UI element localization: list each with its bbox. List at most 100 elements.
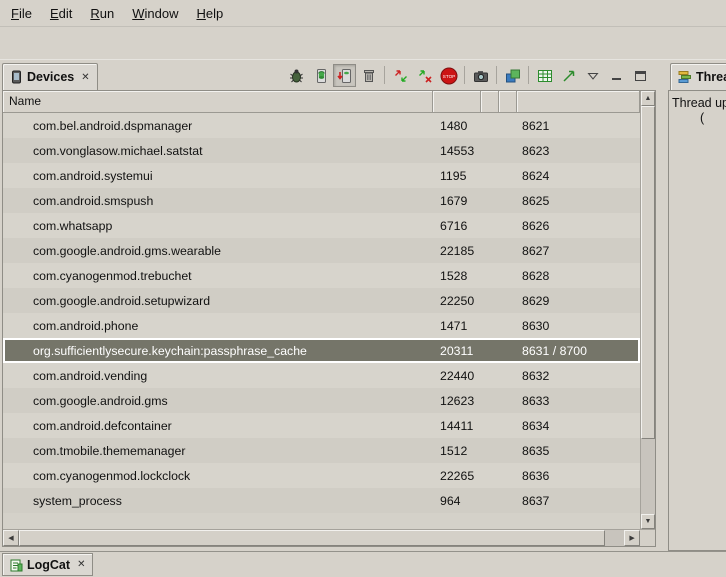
menu-window[interactable]: Window [123, 2, 187, 25]
cell-port: 8635 [517, 444, 640, 458]
scroll-right-icon[interactable]: ▶ [624, 530, 640, 546]
cell-port: 8625 [517, 194, 640, 208]
debug-attach-icon[interactable] [285, 64, 308, 87]
table-row[interactable]: com.tmobile.thememanager 1512 8635 [3, 438, 640, 463]
view-menu-icon[interactable] [581, 64, 604, 87]
update-threads-icon[interactable] [389, 64, 412, 87]
threads-message-line1: Thread up [672, 96, 726, 110]
cell-port: 8636 [517, 469, 640, 483]
toolbar-separator [384, 66, 385, 84]
table-row[interactable]: com.google.android.gms 12623 8633 [3, 388, 640, 413]
stop-process-icon[interactable]: STOP [437, 64, 460, 87]
table-row[interactable]: com.whatsapp 6716 8626 [3, 213, 640, 238]
cell-pid: 1195 [433, 169, 481, 183]
cell-port: 8626 [517, 219, 640, 233]
table-row[interactable]: com.android.phone 1471 8630 [3, 313, 640, 338]
table-row[interactable]: com.cyanogenmod.trebuchet 1528 8628 [3, 263, 640, 288]
cell-port: 8621 [517, 119, 640, 133]
horizontal-scrollbar[interactable]: ◀ ▶ [3, 530, 640, 546]
cell-name: com.vonglasow.michael.satstat [3, 144, 433, 158]
table-row[interactable]: org.sufficientlysecure.keychain:passphra… [3, 338, 640, 363]
table-row[interactable]: com.android.vending 22440 8632 [3, 363, 640, 388]
cell-name: com.google.android.gms.wearable [3, 244, 433, 258]
menu-run[interactable]: Run [81, 2, 123, 25]
menu-file[interactable]: File [2, 2, 41, 25]
layers-icon[interactable] [501, 64, 524, 87]
scroll-down-icon[interactable]: ▼ [641, 514, 655, 529]
svg-text:STOP: STOP [442, 74, 454, 79]
tab-threads-label: Threads [696, 70, 726, 84]
table-row[interactable]: com.android.defcontainer 14411 8634 [3, 413, 640, 438]
column-header-port[interactable] [517, 91, 640, 113]
tab-threads[interactable]: Threads [670, 63, 726, 90]
cell-port: 8634 [517, 419, 640, 433]
toolbar-separator [528, 66, 529, 84]
cell-pid: 6716 [433, 219, 481, 233]
cell-pid: 1480 [433, 119, 481, 133]
close-icon[interactable]: ✕ [77, 559, 85, 570]
cell-name: system_process [3, 494, 433, 508]
cell-port: 8623 [517, 144, 640, 158]
update-heap-icon[interactable] [309, 64, 332, 87]
threads-message-line2: ( [672, 111, 726, 125]
table-row[interactable]: com.android.systemui 1195 8624 [3, 163, 640, 188]
cell-name: com.tmobile.thememanager [3, 444, 433, 458]
cell-port: 8624 [517, 169, 640, 183]
threads-content: Thread up ( [668, 90, 726, 551]
table-row[interactable]: com.google.android.setupwizard 22250 862… [3, 288, 640, 313]
dump-hprof-icon[interactable] [333, 64, 356, 87]
column-header-pid[interactable] [433, 91, 481, 113]
cell-name: com.bel.android.dspmanager [3, 119, 433, 133]
devices-table: Name com.bel.android.dspmanager 1480 862… [2, 90, 656, 547]
menu-edit[interactable]: Edit [41, 2, 81, 25]
vertical-scrollbar-thumb[interactable] [641, 106, 655, 439]
cell-name: com.cyanogenmod.lockclock [3, 469, 433, 483]
cell-pid: 20311 [433, 344, 481, 358]
screen-capture-icon[interactable] [469, 64, 492, 87]
horizontal-scrollbar-thumb[interactable] [19, 530, 605, 546]
toolbar-separator [464, 66, 465, 84]
cell-pid: 22185 [433, 244, 481, 258]
cell-name: com.whatsapp [3, 219, 433, 233]
maximize-view-icon[interactable] [629, 64, 652, 87]
column-header-3[interactable] [481, 91, 499, 113]
cell-name: com.cyanogenmod.trebuchet [3, 269, 433, 283]
table-row[interactable]: com.bel.android.dspmanager 1480 8621 [3, 113, 640, 138]
column-header-4[interactable] [499, 91, 517, 113]
cell-pid: 1471 [433, 319, 481, 333]
table-body: com.bel.android.dspmanager 1480 8621 com… [3, 113, 640, 529]
table-row[interactable]: com.vonglasow.michael.satstat 14553 8623 [3, 138, 640, 163]
ddms-window: File Edit Run Window Help Devices ✕ [0, 0, 726, 577]
scroll-left-icon[interactable]: ◀ [3, 530, 19, 546]
main-toolbar [0, 27, 726, 60]
panel-sash[interactable] [656, 60, 668, 551]
tracing-start-icon[interactable] [557, 64, 580, 87]
cause-gc-icon[interactable] [357, 64, 380, 87]
tab-devices[interactable]: Devices ✕ [2, 63, 98, 90]
tracing-grid-icon[interactable] [533, 64, 556, 87]
close-icon[interactable]: ✕ [81, 72, 89, 83]
table-row[interactable]: com.cyanogenmod.lockclock 22265 8636 [3, 463, 640, 488]
logcat-bar: LogCat ✕ [0, 551, 726, 577]
minimize-view-icon[interactable] [605, 64, 628, 87]
vertical-scrollbar[interactable]: ▲ ▼ [640, 91, 655, 529]
device-icon [10, 70, 23, 84]
vertical-scrollbar-track[interactable] [641, 439, 655, 514]
cell-name: com.android.systemui [3, 169, 433, 183]
tab-logcat-label: LogCat [27, 558, 70, 572]
cell-pid: 1679 [433, 194, 481, 208]
scroll-up-icon[interactable]: ▲ [641, 91, 655, 106]
tab-logcat[interactable]: LogCat ✕ [2, 553, 93, 576]
table-header: Name [3, 91, 640, 113]
cell-name: com.android.phone [3, 319, 433, 333]
cell-name: com.google.android.setupwizard [3, 294, 433, 308]
table-row[interactable]: com.android.smspush 1679 8625 [3, 188, 640, 213]
table-row[interactable]: com.google.android.gms.wearable 22185 86… [3, 238, 640, 263]
stop-method-profiling-icon[interactable] [413, 64, 436, 87]
column-header-name[interactable]: Name [3, 91, 433, 113]
cell-pid: 22265 [433, 469, 481, 483]
horizontal-scrollbar-track[interactable] [605, 530, 624, 546]
menu-help[interactable]: Help [187, 2, 232, 25]
cell-pid: 1512 [433, 444, 481, 458]
table-row[interactable]: system_process 964 8637 [3, 488, 640, 513]
